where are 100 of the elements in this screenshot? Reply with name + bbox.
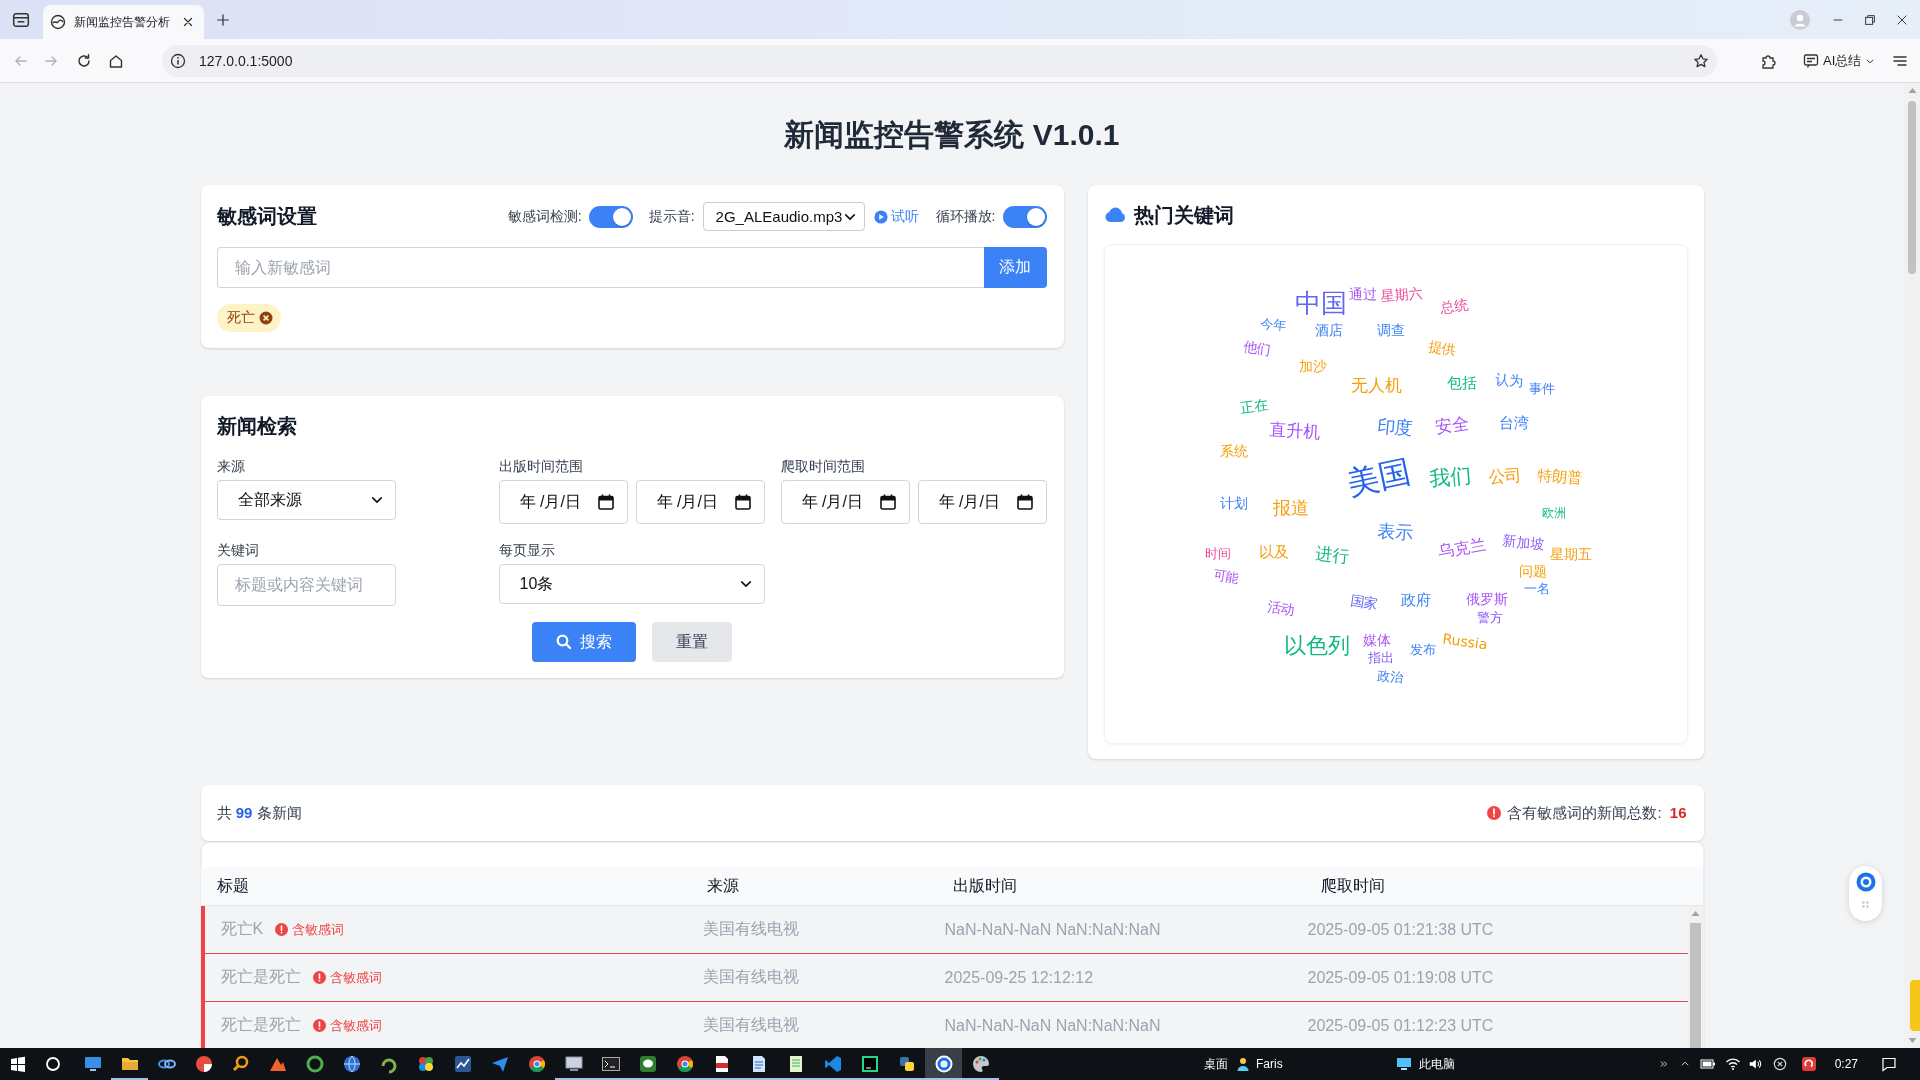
chart-icon [452, 1054, 473, 1074]
publish-time: NaN-NaN-NaN NaN:NaN:NaN [944, 1016, 1161, 1035]
home-icon[interactable] [108, 52, 124, 69]
cloud-word: 加沙 [1298, 359, 1327, 375]
cloud-word: 时间 [1204, 546, 1231, 562]
cloud-word: 欧洲 [1541, 507, 1566, 521]
source-select[interactable]: 全部来源 [216, 480, 396, 520]
globe-icon [341, 1054, 362, 1074]
cloud-word: 台湾 [1498, 414, 1529, 432]
search-icon [556, 634, 572, 650]
tab-list-icon[interactable] [12, 10, 30, 29]
reload-icon[interactable] [76, 52, 92, 69]
date-field[interactable]: 年 /月/日 [635, 480, 765, 524]
tile-icon [859, 1054, 880, 1074]
restore-icon[interactable] [1863, 12, 1877, 27]
keyword-input[interactable]: 标题或内容关键词 [216, 564, 396, 606]
date-field[interactable]: 年 /月/日 [780, 480, 910, 524]
field-label: 每页显示 [498, 541, 555, 560]
scrollbar-thumb[interactable] [1908, 101, 1916, 274]
page-title: 新闻监控告警系统 V1.0.1 [783, 117, 1121, 153]
palette-icon [970, 1054, 991, 1074]
info-icon[interactable] [170, 52, 186, 69]
battery-icon[interactable] [1699, 1056, 1716, 1072]
scrollbar-thumb[interactable] [1689, 923, 1701, 1048]
star-icon[interactable] [1693, 52, 1709, 69]
add-button[interactable]: 添加 [983, 247, 1047, 288]
date-field[interactable]: 年 /月/日 [917, 480, 1047, 524]
ring-icon [1855, 872, 1876, 892]
cloud-word: 媒体 [1362, 633, 1391, 649]
caret-up-icon[interactable] [1679, 1059, 1690, 1069]
column-header: 标题 [216, 876, 249, 894]
x-circle-icon[interactable] [1772, 1057, 1787, 1071]
pie-icon [193, 1054, 214, 1074]
cloud-word: 事件 [1528, 381, 1555, 397]
play-circle-icon [873, 209, 888, 224]
cloud-word: 通过 [1348, 287, 1377, 303]
target-icon [933, 1054, 954, 1074]
chat-icon [637, 1054, 658, 1074]
volume-icon[interactable] [1747, 1057, 1762, 1071]
publish-time: 2025-09-25 12:12:12 [944, 968, 1094, 987]
puzzle-icon[interactable] [1760, 52, 1776, 69]
cloud-word: 酒店 [1314, 323, 1343, 339]
panel-title: 新闻检索 [216, 414, 298, 439]
calendar-icon[interactable] [734, 494, 751, 510]
field-label: 出版时间范围 [498, 457, 583, 476]
taskbar-app-button[interactable] [925, 1048, 962, 1080]
magnifier-icon [230, 1054, 251, 1074]
ai-summary-button[interactable]: AI总结 [1800, 46, 1879, 75]
calendar-icon[interactable] [597, 494, 614, 510]
chevrons-icon[interactable] [1658, 1059, 1669, 1069]
sensitive-label: 含敏感词 [329, 1016, 382, 1035]
new-word-input[interactable]: 输入新敏感词 [216, 247, 984, 288]
notification-icon[interactable] [1881, 1056, 1898, 1072]
cloud-word: Russia [1441, 631, 1488, 653]
scroll-up-icon [1907, 87, 1917, 94]
address-bar[interactable]: 127.0.0.1:5000 [162, 44, 1717, 77]
cloud-word: 国家 [1348, 593, 1379, 613]
date-field[interactable]: 年 /月/日 [498, 480, 628, 524]
cloud-word: 星期六 [1379, 285, 1424, 305]
cloud-word: 印度 [1375, 415, 1414, 439]
sound-select[interactable]: 2G_ALEaudio.mp3 [702, 202, 865, 231]
cloud-word: 提供 [1426, 339, 1457, 359]
circle-icon[interactable] [45, 1056, 61, 1072]
clock[interactable]: 0:27 [1834, 1057, 1859, 1071]
computer-icon [1395, 1056, 1412, 1072]
cloud-word: 警方 [1476, 610, 1503, 626]
wifi-icon[interactable] [1724, 1056, 1741, 1072]
column-header: 爬取时间 [1320, 876, 1385, 894]
reset-button[interactable]: 重置 [652, 622, 732, 662]
cloud-word: 进行 [1313, 544, 1350, 566]
exclamation-circle-icon [1487, 806, 1502, 820]
plus-icon[interactable] [216, 12, 230, 27]
floating-widget[interactable] [1849, 866, 1882, 921]
cloud-word: 今年 [1258, 316, 1287, 334]
news-title: 死亡是死亡 [220, 967, 301, 987]
cloud-word: 公司 [1486, 465, 1523, 487]
cloud-word: 星期五 [1549, 547, 1592, 563]
source-text: 美国有线电视 [702, 1015, 799, 1035]
crawl-time: 2025-09-05 01:19:08 UTC [1307, 968, 1494, 987]
sensitive-label: 含敏感词 [292, 920, 345, 939]
news-title: 死亡K [220, 919, 264, 939]
side-handle[interactable] [1910, 980, 1920, 1031]
cloud-word: 直升机 [1268, 420, 1321, 442]
swirl-tile-icon[interactable] [1800, 1056, 1817, 1072]
cloud-word: 政府 [1400, 591, 1431, 609]
search-button[interactable]: 搜索 [532, 622, 636, 662]
remove-icon[interactable] [258, 311, 273, 325]
calendar-icon[interactable] [1016, 494, 1033, 510]
cloud-word: 系统 [1219, 444, 1248, 460]
windows-logo-icon[interactable] [9, 1056, 26, 1072]
source-text: 美国有线电视 [702, 919, 799, 939]
cloud-word: 新加坡 [1500, 533, 1545, 553]
toggle-switch[interactable] [588, 205, 633, 228]
browser-tab[interactable]: 新闻监控告警分析 [43, 5, 204, 39]
page-size-select[interactable]: 10条 [498, 564, 765, 604]
preview-link[interactable]: 试听 [873, 207, 919, 226]
calendar-icon[interactable] [879, 494, 896, 510]
toggle-switch[interactable] [1002, 205, 1047, 228]
close-icon[interactable] [181, 15, 195, 29]
panel-title: 热门关键词 [1133, 203, 1234, 228]
